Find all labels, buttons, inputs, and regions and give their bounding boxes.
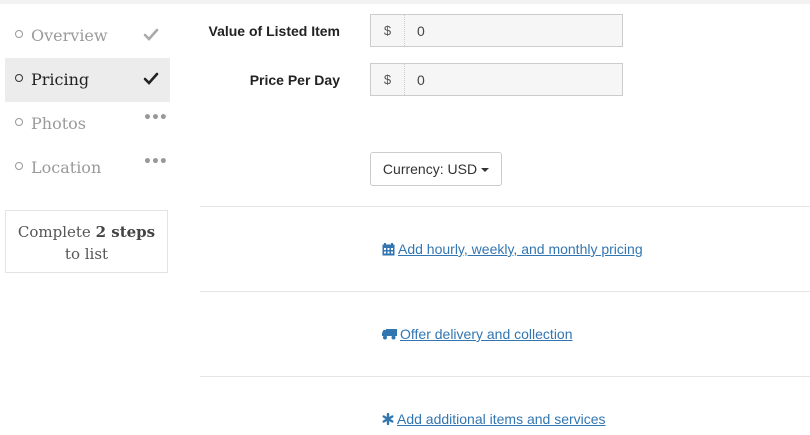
sidebar-item-photos[interactable]: Photos ••• bbox=[5, 102, 170, 146]
divider bbox=[200, 291, 810, 292]
steps-remaining-box: Complete 2 steps to list bbox=[5, 210, 168, 273]
extras-link[interactable]: Add additional items and services bbox=[382, 411, 606, 427]
sidebar-item-label: Pricing bbox=[31, 70, 90, 89]
sidebar-item-label: Location bbox=[31, 158, 102, 177]
step-circle-icon bbox=[15, 30, 23, 38]
price-input-text[interactable]: 0 bbox=[405, 72, 425, 88]
steps-count: 2 steps bbox=[95, 223, 156, 241]
value-label: Value of Listed Item bbox=[208, 23, 340, 39]
currency-prefix: $ bbox=[371, 64, 405, 95]
truck-icon bbox=[382, 328, 397, 340]
steps-suffix: to list bbox=[64, 245, 109, 263]
currency-dropdown-button[interactable]: Currency: USD bbox=[370, 152, 502, 186]
extras-link-text: Add additional items and services bbox=[397, 411, 606, 427]
price-input[interactable]: $ 0 bbox=[370, 63, 623, 96]
add-pricing-link[interactable]: Add hourly, weekly, and monthly pricing bbox=[382, 241, 643, 257]
currency-prefix: $ bbox=[371, 15, 405, 46]
step-circle-icon bbox=[15, 74, 23, 82]
step-circle-icon bbox=[15, 118, 23, 126]
value-input[interactable]: $ 0 bbox=[370, 14, 623, 47]
price-label: Price Per Day bbox=[249, 72, 340, 88]
sidebar-item-location[interactable]: Location ••• bbox=[5, 146, 170, 190]
add-pricing-link-text: Add hourly, weekly, and monthly pricing bbox=[398, 241, 643, 257]
divider bbox=[200, 206, 810, 207]
sidebar-item-overview[interactable]: Overview bbox=[5, 14, 170, 58]
asterisk-icon bbox=[382, 413, 394, 425]
steps-prefix: Complete bbox=[17, 223, 91, 241]
sidebar-item-label: Overview bbox=[31, 26, 108, 45]
currency-label: Currency: USD bbox=[382, 161, 478, 177]
sidebar-item-pricing[interactable]: Pricing bbox=[5, 58, 170, 102]
delivery-link-text: Offer delivery and collection bbox=[400, 326, 573, 342]
divider bbox=[200, 376, 810, 377]
caret-down-icon bbox=[481, 167, 490, 172]
value-input-text[interactable]: 0 bbox=[405, 23, 425, 39]
ellipsis-icon: ••• bbox=[143, 154, 168, 170]
ellipsis-icon: ••• bbox=[143, 110, 168, 126]
sidebar-item-label: Photos bbox=[31, 114, 86, 133]
check-icon bbox=[143, 25, 159, 45]
calendar-icon bbox=[382, 242, 395, 256]
step-circle-icon bbox=[15, 162, 23, 170]
delivery-link[interactable]: Offer delivery and collection bbox=[382, 326, 573, 342]
check-icon bbox=[143, 69, 159, 89]
top-bar bbox=[0, 0, 810, 4]
